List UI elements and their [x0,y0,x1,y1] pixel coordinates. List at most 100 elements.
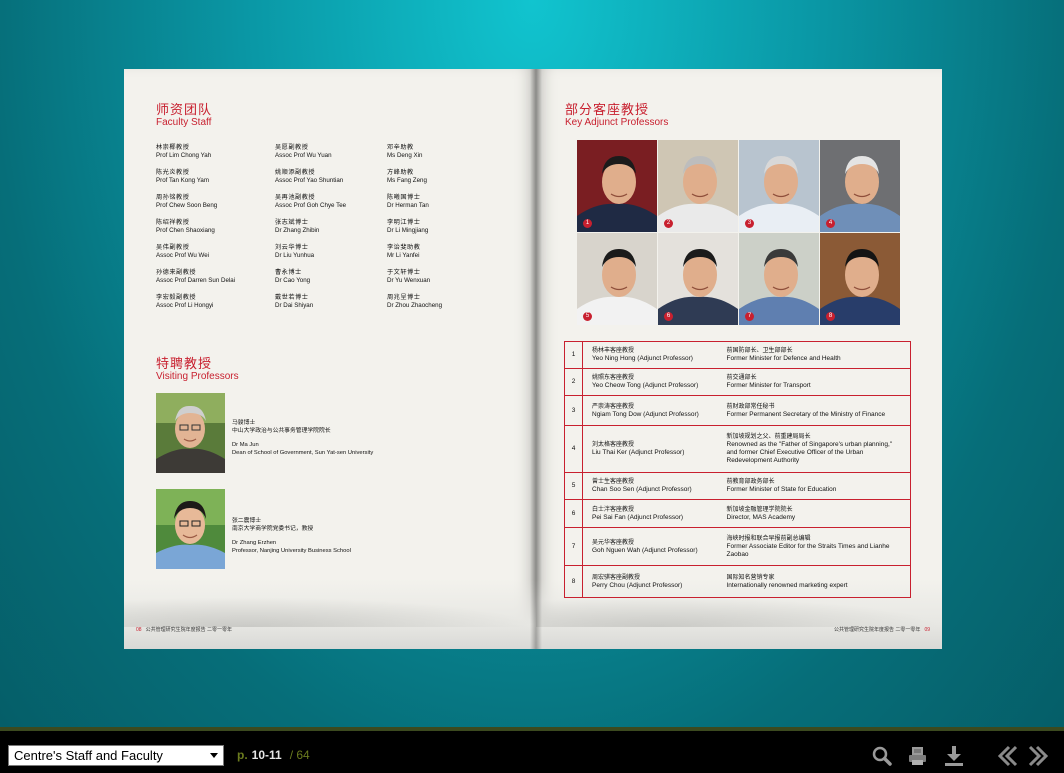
professor-desc-en: Renowned as the "Father of Singapore's u… [726,441,893,464]
professor-name-en: Perry Chou (Adjunct Professor) [592,581,683,589]
adjunct-professor-table: 1 杨林丰客座教授 Yeo Ning Hong (Adjunct Professor… [564,341,911,598]
professor-desc-cell: 新加坡规划之父、前重建局局长 Renowned as the "Father of… [718,425,911,473]
professor-desc-cn: 前财政部常任秘书 [726,402,775,410]
current-pages: 10-11 [251,748,282,762]
professor-name-cell: 刘太格客座教授 Liu Thai Ker (Adjunct Professor) [582,425,719,473]
faculty-member: 于文轩博士 Dr Yu Wenxuan [387,269,487,285]
professor-name-en: Liu Thai Ker (Adjunct Professor) [592,449,685,456]
faculty-member-name-en: Prof Chew Soon Beng [156,202,218,209]
footer-text: 公共管理研究生院年度报告 二零一零年 [145,627,232,633]
adjunct-title-en: Key Adjunct Professors [565,117,669,128]
faculty-member: 曹永博士 Dr Cao Yong [275,269,387,285]
professor-desc-cell: 前交通部长 Former Minister for Transport [718,368,911,396]
visiting-professor-name-cn: 张二震博士 [232,518,261,524]
table-row: 2 姚照东客座教授 Yeo Cheow Tong (Adjunct Professo… [564,368,911,396]
professor-desc-cn: 海峡时报和联合早报前副总编辑 [726,534,811,542]
faculty-member: 戴世若博士 Dr Dai Shiyan [275,294,387,310]
faculty-member-name-cn: 张志斌博士 [275,219,309,226]
faculty-member-name-cn: 吴再池副教授 [275,194,316,201]
professor-desc-en: Former Minister of State for Education [726,486,837,493]
search-icon[interactable] [870,744,894,768]
professor-name-en: Chan Soo Sen (Adjunct Professor) [592,486,692,493]
professor-name-cn: 白士泮客座教授 [592,505,635,513]
visiting-professor-photo [156,393,225,473]
photo-number-badge: 7 [745,312,754,321]
professor-desc-en: Director, MAS Academy [726,513,796,521]
photo-number-badge: 4 [826,219,835,228]
faculty-member-name-en: Dr Herman Tan [387,202,429,209]
visiting-title-cn: 特聘教授 [156,357,213,372]
table-row: 4 刘太格客座教授 Liu Thai Ker (Adjunct Professor)… [564,425,911,473]
adjunct-professor-photo: 4 [820,140,900,232]
professor-name-cell: 姚照东客座教授 Yeo Cheow Tong (Adjunct Professor… [582,368,719,396]
faculty-member-name-cn: 周孙铭教授 [156,194,190,201]
faculty-member-name-cn: 李明江博士 [387,219,421,226]
professor-desc-cn: 新加坡规划之父、前重建局局长 [726,433,811,440]
faculty-member: 李宏毅副教授 Assoc Prof Li Hongyi [156,294,275,310]
professor-name-en: Yeo Ning Hong (Adjunct Professor) [592,355,693,362]
viewer-toolbar: Centre's Staff and Faculty p. 10-11 / 64 [0,727,1064,773]
table-row: 3 严崇涛客座教授 Ngiam Tong Dow (Adjunct Professo… [564,395,911,426]
visiting-professor-role-en: Professor, Nanjing University Business S… [232,548,351,554]
next-page-icon[interactable] [1026,744,1050,768]
visiting-professor-name-en: Dr Ma Jun [232,442,259,448]
faculty-member-name-cn: 吴愿副教授 [275,144,309,151]
footer-text: 公共管理研究生院年度报告 二零一零年 [834,627,921,633]
faculty-member-name-en: Assoc Prof Darren Sun Delai [156,277,236,284]
faculty-member-name-en: Dr Zhang Zhibin [275,227,320,234]
prev-page-icon[interactable] [996,744,1020,768]
professor-desc-cell: 海峡时报和联合早报前副总编辑 Former Associate Editor fo… [718,527,911,566]
page-bottom-mist [124,597,536,627]
page-prefix: p. [237,748,248,762]
chapter-select[interactable]: Centre's Staff and Faculty [8,745,224,766]
table-row: 8 周宏骐客座副教授 Perry Chou (Adjunct Professor) 国… [564,565,911,598]
page-footer: 公共管理研究生院年度报告 二零一零年 09 [830,626,930,633]
row-number: 8 [564,565,583,598]
professor-name-cn: 杨林丰客座教授 [592,347,635,354]
professor-desc-en: Former Minister for Transport [726,382,811,389]
faculty-member-name-en: Dr Cao Yong [275,277,311,284]
adjunct-professor-photo: 8 [820,233,900,325]
visiting-professor-info: 张二震博士 南京大学商学院党委书记，教授 Dr Zhang Erzhen Pro… [232,517,402,555]
visiting-professor-role-en: Dean of School of Government, Sun Yat-se… [232,450,374,456]
download-icon[interactable] [942,744,966,768]
professor-desc-cell: 前教育部政务部长 Former Minister of State for Edu… [718,472,911,500]
page-indicator: p. 10-11 / 64 [237,748,310,762]
faculty-member-name-cn: 姚顺添副教授 [275,169,316,176]
total-pages: / 64 [289,748,310,762]
professor-name-cell: 吴元华客座教授 Goh Nguen Wah (Adjunct Professor) [582,527,719,566]
faculty-member: 李诒斐助教 Mr Li Yanfei [387,244,487,260]
faculty-member: 吴伟副教授 Assoc Prof Wu Wei [156,244,275,260]
professor-desc-cn: 新加坡金融管理学院院长 [726,505,793,513]
photo-number-badge: 3 [745,219,754,228]
photo-number-badge: 5 [583,312,592,321]
faculty-member: 陈光炎教授 Prof Tan Kong Yam [156,169,275,185]
chevron-down-icon [210,753,218,758]
left-page[interactable]: 师资团队 Faculty Staff 林崇椰教授 Prof Lim Chong Y… [124,69,536,649]
professor-name-cn: 刘太格客座教授 [592,441,635,448]
print-icon[interactable] [906,744,930,768]
adjunct-professor-photo: 1 [577,140,657,232]
right-page[interactable]: 部分客座教授 Key Adjunct Professors 12345678 1… [536,69,942,649]
faculty-member-name-cn: 刘云华博士 [275,244,309,251]
faculty-title-cn: 师资团队 [156,103,213,118]
faculty-member: 方峰助教 Ms Fang Zeng [387,169,487,185]
faculty-member-name-en: Prof Tan Kong Yam [156,177,209,184]
professor-name-cell: 杨林丰客座教授 Yeo Ning Hong (Adjunct Professor) [582,341,719,369]
faculty-member-name-en: Dr Yu Wenxuan [387,277,431,284]
professor-desc-cell: 前国防部长、卫生部部长 Former Minister for Defence a… [718,341,911,369]
adjunct-title-cn: 部分客座教授 [565,103,650,118]
faculty-member-name-en: Ms Deng Xin [387,152,423,159]
adjunct-photo-grid: 1 2 3 4 5 6 7 8 [577,140,900,325]
faculty-member: 周孙铭教授 Prof Chew Soon Beng [156,194,275,210]
faculty-member-name-en: Assoc Prof Wu Wei [156,252,210,259]
faculty-title-en: Faculty Staff [156,117,212,128]
professor-name-cn: 吴元华客座教授 [592,538,635,546]
photo-number-badge: 8 [826,312,835,321]
faculty-member-name-cn: 戴世若博士 [275,294,309,301]
row-number: 6 [564,499,583,528]
faculty-member-name-en: Dr Li Mingjiang [387,227,429,234]
faculty-member-name-en: Mr Li Yanfei [387,252,420,259]
table-row: 5 曾士生客座教授 Chan Soo Sen (Adjunct Professor)… [564,472,911,500]
faculty-member: 陈绍祥教授 Prof Chen Shaoxiang [156,219,275,235]
